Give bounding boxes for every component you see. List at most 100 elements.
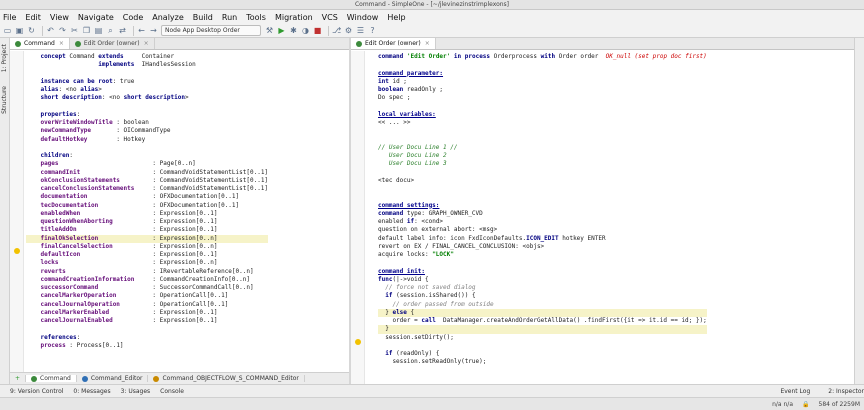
lock-icon[interactable]: 🔒 [802, 401, 809, 408]
close-icon[interactable]: × [425, 38, 430, 49]
replace-icon[interactable]: ⇄ [118, 26, 127, 35]
toolbar-separator [328, 25, 329, 36]
status-bar: n/a n/a 🔒 584 of 2259M [0, 397, 864, 410]
code-line: revert on EX / FINAL_CANCEL_CONCLUSION: … [378, 242, 545, 250]
tool-window-0-messages[interactable]: 0: Messages [73, 388, 110, 395]
back-icon[interactable]: ← [137, 26, 146, 35]
menu-help[interactable]: Help [387, 13, 405, 22]
menu-build[interactable]: Build [193, 13, 213, 22]
tool-window-console[interactable]: Console [160, 388, 184, 395]
code-line: // order passed from outside [378, 300, 494, 308]
left-editor-tab[interactable]: Edit Order (owner) × [70, 38, 155, 49]
run-config-select[interactable]: Node App Desktop Order [161, 25, 261, 36]
debug-icon[interactable]: ✱ [289, 26, 298, 35]
menu-analyze[interactable]: Analyze [152, 13, 184, 22]
tool-window-2-inspector[interactable]: 2: Inspector [828, 388, 864, 395]
aspect-tab[interactable]: Command [26, 375, 77, 382]
copy-icon[interactable]: ❐ [82, 26, 91, 35]
help-icon[interactable]: ? [368, 26, 377, 35]
menu-file[interactable]: File [3, 13, 16, 22]
save-icon[interactable]: ▣ [15, 26, 24, 35]
code-line: locks : Expression[0..n] [40, 259, 218, 267]
structure-icon[interactable]: ☰ [356, 26, 365, 35]
code-line: command type: GRAPH_OWNER_CVD [378, 209, 483, 217]
build-icon[interactable]: ⚒ [265, 26, 274, 35]
tab-label: Edit Order (owner) [83, 40, 140, 47]
code-line: command 'Edit Order' in process Orderpro… [378, 53, 707, 60]
paste-icon[interactable]: ▤ [94, 26, 103, 35]
code-line: alias: <no alias> [40, 86, 102, 93]
menu-view[interactable]: View [50, 13, 69, 22]
right-editor[interactable]: command 'Edit Order' in process Orderpro… [351, 51, 854, 384]
find-icon[interactable]: ⌕ [106, 26, 115, 35]
menu-window[interactable]: Window [347, 13, 379, 22]
project-panel-tab[interactable]: 1: Project [1, 44, 8, 72]
settings-icon[interactable]: ⚙ [344, 26, 353, 35]
menu-vcs[interactable]: VCS [322, 13, 338, 22]
close-icon[interactable]: × [144, 38, 149, 49]
code-line: overWriteWindowTitle : boolean [40, 119, 149, 126]
coverage-icon[interactable]: ◑ [301, 26, 310, 35]
forward-icon[interactable]: → [149, 26, 158, 35]
menu-tools[interactable]: Tools [246, 13, 266, 22]
code-line: command parameter: [378, 69, 444, 77]
code-line: commandCreationInformation : CommandCrea… [40, 275, 250, 283]
menu-navigate[interactable]: Navigate [78, 13, 114, 22]
stop-icon[interactable]: ■ [313, 26, 322, 35]
menu-code[interactable]: Code [123, 13, 143, 22]
code-line: << ... >> [378, 119, 411, 126]
code-line: okConclusionStatements : CommandVoidStat… [40, 176, 269, 184]
aspect-icon [31, 375, 38, 382]
code-line: cancelJournalEnabled : Expression[0..1] [40, 317, 218, 324]
code-line: tecDocumentation : OFXDocumentation[0..1… [40, 201, 240, 209]
folder-open-icon[interactable]: ▭ [3, 26, 12, 35]
aspect-tab[interactable]: Command_Editor [77, 375, 149, 382]
vcs-icon[interactable]: ⎇ [332, 26, 341, 35]
structure-panel-tab[interactable]: Structure [1, 86, 8, 114]
menu-run[interactable]: Run [222, 13, 237, 22]
memory-indicator[interactable]: 584 of 2259M [819, 401, 861, 408]
add-tab-button[interactable]: + [10, 375, 27, 382]
code-line: commandInit : CommandVoidStatementList[0… [40, 168, 269, 176]
tool-window-9-version-control[interactable]: 9: Version Control [10, 388, 63, 395]
left-editor-tab[interactable]: Command × [10, 38, 70, 49]
code-line: process : Process[0..1] [40, 341, 124, 349]
code-line: children: [40, 152, 73, 159]
code-line: int id ; [378, 77, 407, 85]
close-icon[interactable]: × [59, 38, 64, 49]
code-line: successorCommand : SuccessorCommandCall[… [40, 284, 254, 291]
cut-icon[interactable]: ✂ [70, 26, 79, 35]
code-line: // User Docu Line 1 // [378, 143, 458, 151]
lightbulb-icon[interactable] [355, 339, 361, 345]
menu-edit[interactable]: Edit [25, 13, 41, 22]
tool-window-3-usages[interactable]: 3: Usages [121, 388, 151, 395]
right-editor-tab[interactable]: Edit Order (owner) × [351, 38, 436, 49]
tool-window-event-log[interactable]: Event Log [780, 388, 810, 395]
undo-icon[interactable]: ↶ [46, 26, 55, 35]
file-icon [356, 40, 362, 47]
menu-migration[interactable]: Migration [275, 13, 313, 22]
code-line: titleAddOn : Expression[0..1] [40, 226, 218, 234]
code-line: defaultHotkey : Hotkey [40, 135, 146, 143]
aspect-tab[interactable]: Command_OBJECTFLOW_S_COMMAND_Editor [148, 375, 305, 382]
code-line: finalCancelSelection : Expression[0..n] [40, 242, 218, 250]
code-line: cancelJournalOperation : OperationCall[0… [40, 300, 229, 308]
redo-icon[interactable]: ↷ [58, 26, 67, 35]
code-line: session.setReadOnly(true); [378, 358, 487, 366]
aspect-tab-label: Command_OBJECTFLOW_S_COMMAND_Editor [162, 375, 299, 382]
lightbulb-icon[interactable] [14, 248, 20, 254]
code-line: documentation : OFXDocumentation[0..1] [40, 193, 240, 201]
sync-icon[interactable]: ↻ [27, 26, 36, 35]
left-editor[interactable]: concept Command extends Container implem… [10, 51, 349, 372]
file-icon [74, 40, 81, 47]
code-line: if (session.isShared()) { [385, 292, 476, 300]
run-icon[interactable]: ▶ [277, 26, 286, 35]
aspect-icon [153, 375, 160, 382]
